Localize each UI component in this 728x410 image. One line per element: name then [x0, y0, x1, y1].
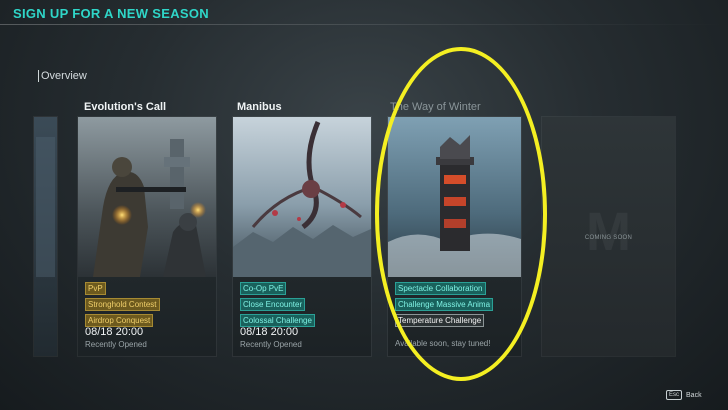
season-card-manibus[interactable]: Co-Op PvE Close Encounter Colossal Chall… [233, 117, 371, 356]
mode-tag: PvP [85, 282, 106, 295]
overview-tab[interactable]: Overview [38, 70, 87, 82]
card-art-creature [233, 117, 371, 277]
season-mark: M [586, 202, 631, 262]
season-card-partial[interactable] [34, 117, 57, 356]
open-time: 08/18 20:00 [85, 326, 144, 338]
mode-tag: Co-Op PvE [240, 282, 287, 295]
card-title-evolutions-call: Evolution's Call [84, 101, 167, 113]
season-card-evolutions-call[interactable]: PvP Stronghold Contest Airdrop Conquest … [78, 117, 216, 356]
coming-soon-label: COMING SOON [584, 235, 633, 241]
card-art-soldiers [78, 117, 216, 277]
card-title-manibus: Manibus [237, 101, 282, 113]
mode-tag: Stronghold Contest [85, 298, 160, 311]
back-button[interactable]: Esc Back [666, 390, 702, 400]
highlight-circle [375, 47, 547, 381]
back-label: Back [686, 391, 702, 399]
mode-tag: Close Encounter [240, 298, 306, 311]
page-title: SIGN UP FOR A NEW SEASON [13, 6, 209, 21]
esc-key-icon: Esc [666, 390, 683, 400]
card-status: Recently Opened [85, 340, 147, 349]
open-time: 08/18 20:00 [240, 326, 299, 338]
card-status: Recently Opened [240, 340, 302, 349]
card-art [34, 117, 57, 356]
header-divider [0, 24, 728, 25]
season-card-coming-soon: M COMING SOON [542, 117, 675, 356]
